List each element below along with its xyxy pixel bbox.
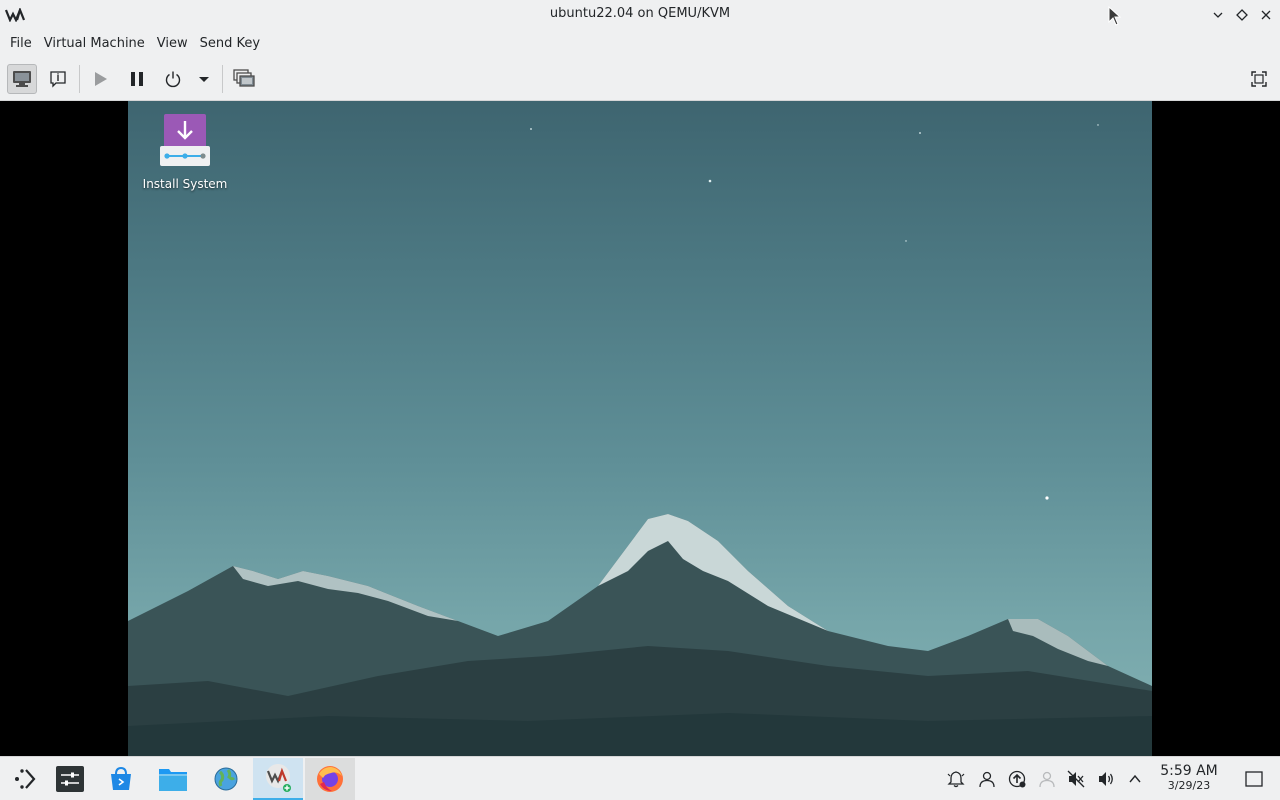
power-icon — [165, 71, 181, 88]
shutdown-menu-button[interactable] — [190, 64, 218, 94]
run-button[interactable] — [85, 64, 115, 94]
update-icon — [1008, 770, 1026, 788]
mountain-wallpaper — [128, 124, 1152, 756]
firefox-task[interactable] — [305, 758, 355, 800]
notifications-tray[interactable] — [946, 769, 966, 789]
pause-button[interactable] — [122, 64, 152, 94]
web-browser-launcher[interactable] — [201, 758, 251, 800]
info-icon — [50, 71, 66, 88]
diamond-icon — [1236, 9, 1248, 21]
maximize-button[interactable] — [1232, 5, 1252, 25]
snapshots-button[interactable] — [229, 64, 259, 94]
mute-icon — [1067, 770, 1085, 788]
mouse-cursor-icon — [1108, 6, 1122, 26]
expand-tray-button[interactable] — [1125, 769, 1145, 789]
clock-time: 5:59 AM — [1160, 763, 1218, 779]
guest-desktop[interactable]: Install System — [128, 101, 1152, 756]
menu-virtual-machine[interactable]: Virtual Machine — [38, 30, 151, 58]
close-button[interactable] — [1256, 5, 1276, 25]
toolbar-separator — [79, 65, 80, 93]
file-manager-launcher[interactable] — [148, 758, 198, 800]
network-tray[interactable] — [1037, 769, 1057, 789]
show-desktop-icon — [1245, 771, 1263, 787]
firefox-icon — [317, 766, 343, 792]
settings-icon — [56, 766, 84, 792]
user-tray[interactable] — [977, 769, 997, 789]
close-icon — [1261, 10, 1271, 20]
snapshots-icon — [233, 69, 255, 87]
menu-view[interactable]: View — [151, 30, 194, 58]
discover-icon — [111, 766, 131, 790]
show-desktop-button[interactable] — [1244, 769, 1264, 789]
install-system-icon — [160, 114, 210, 166]
discover-launcher[interactable] — [96, 758, 146, 800]
volume-tray[interactable] — [1096, 769, 1116, 789]
network-icon — [1039, 771, 1055, 788]
chevron-down-icon — [1213, 12, 1223, 18]
window-title: ubuntu22.04 on QEMU/KVM — [549, 6, 731, 21]
fullscreen-button[interactable] — [1244, 64, 1274, 94]
application-launcher-button[interactable] — [0, 758, 50, 800]
play-icon — [95, 72, 107, 86]
desktop-icon-label: Install System — [142, 177, 228, 191]
notifications-icon — [947, 771, 965, 788]
fullscreen-icon — [1251, 71, 1267, 87]
clock-date: 3/29/23 — [1167, 779, 1211, 792]
menu-file[interactable]: File — [4, 30, 38, 58]
user-icon — [979, 771, 995, 788]
title-bar: ubuntu22.04 on QEMU/KVM — [0, 0, 1280, 30]
chevron-up-icon — [1129, 774, 1141, 783]
globe-icon — [214, 767, 238, 791]
menu-send-key[interactable]: Send Key — [194, 30, 266, 58]
minimize-button[interactable] — [1208, 5, 1228, 25]
toolbar — [0, 58, 1280, 101]
monitor-icon — [13, 71, 31, 87]
update-tray[interactable] — [1007, 769, 1027, 789]
app-launcher-icon — [15, 769, 36, 789]
taskbar: 5:59 AM 3/29/23 — [0, 756, 1280, 800]
vm-display[interactable]: Install System — [0, 101, 1280, 756]
virt-manager-task[interactable] — [253, 758, 303, 800]
chevron-down-icon — [199, 77, 209, 82]
mute-tray[interactable] — [1066, 769, 1086, 789]
desktop-icon-install-system[interactable]: Install System — [140, 113, 230, 191]
menu-bar: File Virtual Machine View Send Key — [0, 30, 1280, 58]
toolbar-separator — [222, 65, 223, 93]
folder-icon — [159, 769, 187, 791]
virt-manager-icon — [266, 764, 291, 792]
show-graphical-console-button[interactable] — [7, 64, 37, 94]
pause-icon — [131, 72, 143, 86]
shutdown-button[interactable] — [158, 64, 188, 94]
volume-icon — [1099, 772, 1113, 786]
digital-clock[interactable]: 5:59 AM 3/29/23 — [1152, 763, 1226, 793]
system-settings-launcher[interactable] — [45, 758, 95, 800]
show-vm-details-button[interactable] — [43, 64, 73, 94]
